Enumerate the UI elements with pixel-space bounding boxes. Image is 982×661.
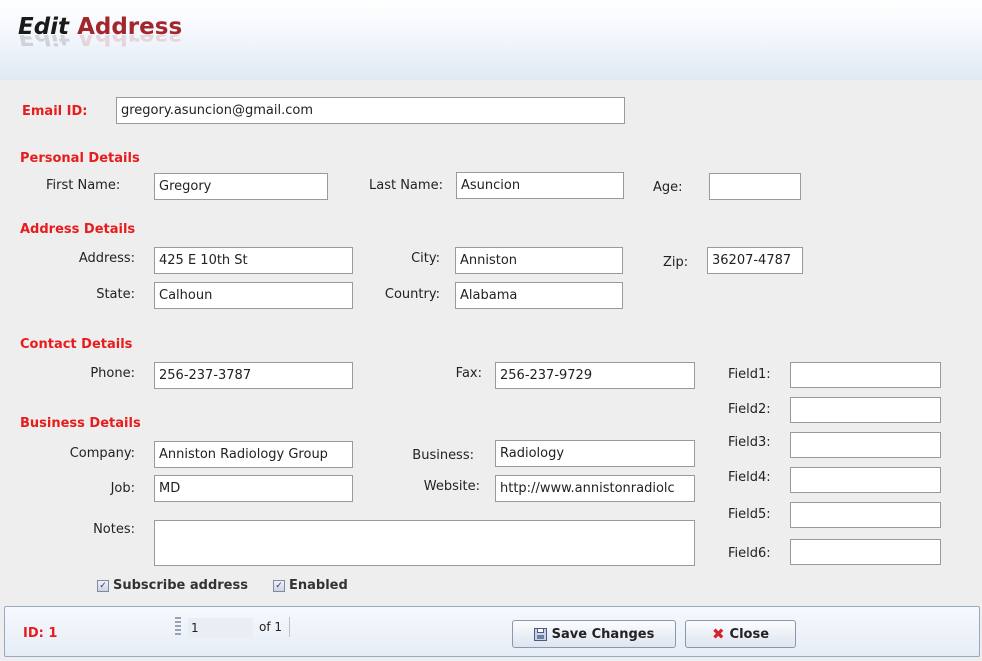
- page-number-input[interactable]: [188, 618, 253, 638]
- website-label: Website:: [423, 479, 480, 494]
- enabled-label: Enabled: [289, 578, 348, 593]
- last-name-input[interactable]: [456, 172, 624, 199]
- contact-details-heading: Contact Details: [20, 337, 133, 352]
- field1-input[interactable]: [790, 362, 941, 388]
- city-input[interactable]: [455, 247, 623, 274]
- state-input[interactable]: [154, 282, 353, 309]
- notes-label: Notes:: [93, 522, 135, 537]
- toolbar-grip-icon: [175, 617, 181, 637]
- close-button[interactable]: ✖ Close: [685, 620, 796, 648]
- page-count: of 1: [259, 620, 283, 634]
- form-header: Edit Address Edit Address: [0, 0, 982, 80]
- first-name-label: First Name:: [46, 178, 121, 193]
- country-input[interactable]: [455, 282, 623, 309]
- personal-details-heading: Personal Details: [20, 151, 140, 166]
- field3-label: Field3:: [728, 435, 771, 450]
- close-label: Close: [729, 626, 770, 642]
- field2-input[interactable]: [790, 397, 941, 423]
- fax-label: Fax:: [455, 366, 482, 381]
- field4-input[interactable]: [790, 467, 941, 493]
- website-input[interactable]: [495, 475, 695, 502]
- x-mark-icon: ✖: [711, 624, 725, 643]
- company-label: Company:: [69, 446, 135, 461]
- floppy-disk-icon: [533, 627, 547, 641]
- age-input[interactable]: [709, 173, 801, 200]
- phone-input[interactable]: [154, 362, 353, 389]
- address-label: Address:: [78, 251, 135, 266]
- company-input[interactable]: [154, 441, 353, 468]
- subscribe-address-label: Subscribe address: [113, 578, 248, 593]
- phone-label: Phone:: [90, 366, 135, 381]
- business-input[interactable]: [495, 440, 695, 467]
- field4-label: Field4:: [728, 470, 771, 485]
- save-changes-label: Save Changes: [551, 626, 655, 642]
- business-details-heading: Business Details: [20, 416, 141, 431]
- title-reflection: Edit Address: [18, 35, 183, 49]
- job-input[interactable]: [154, 475, 353, 502]
- checkmark-icon[interactable]: ✓: [273, 579, 285, 592]
- business-label: Business:: [412, 448, 474, 463]
- enabled-checkbox[interactable]: ✓ Enabled: [273, 578, 348, 593]
- field2-label: Field2:: [728, 402, 771, 417]
- email-input[interactable]: [116, 97, 625, 124]
- age-label: Age:: [653, 180, 683, 195]
- field6-input[interactable]: [790, 539, 941, 565]
- city-label: City:: [411, 251, 440, 266]
- job-label: Job:: [110, 481, 135, 496]
- field3-input[interactable]: [790, 432, 941, 458]
- checkmark-icon[interactable]: ✓: [97, 579, 109, 592]
- field6-label: Field6:: [728, 546, 771, 561]
- toolbar-separator: [289, 617, 290, 637]
- country-label: Country:: [384, 287, 440, 302]
- email-label: Email ID:: [22, 104, 88, 119]
- state-label: State:: [96, 287, 135, 302]
- field5-label: Field5:: [728, 507, 771, 522]
- fax-input[interactable]: [495, 362, 695, 389]
- subscribe-address-checkbox[interactable]: ✓ Subscribe address: [97, 578, 248, 593]
- record-id: ID: 1: [23, 626, 58, 641]
- field1-label: Field1:: [728, 367, 771, 382]
- address-details-heading: Address Details: [20, 222, 136, 237]
- first-name-input[interactable]: [154, 173, 328, 200]
- zip-input[interactable]: [707, 247, 803, 274]
- address-input[interactable]: [154, 247, 353, 274]
- notes-textarea[interactable]: [154, 520, 695, 566]
- last-name-label: Last Name:: [369, 178, 443, 193]
- save-changes-button[interactable]: Save Changes: [512, 620, 676, 648]
- form-footer: ID: 1 of 1 Save Changes ✖ Close: [4, 606, 980, 657]
- zip-label: Zip:: [663, 255, 689, 270]
- field5-input[interactable]: [790, 502, 941, 528]
